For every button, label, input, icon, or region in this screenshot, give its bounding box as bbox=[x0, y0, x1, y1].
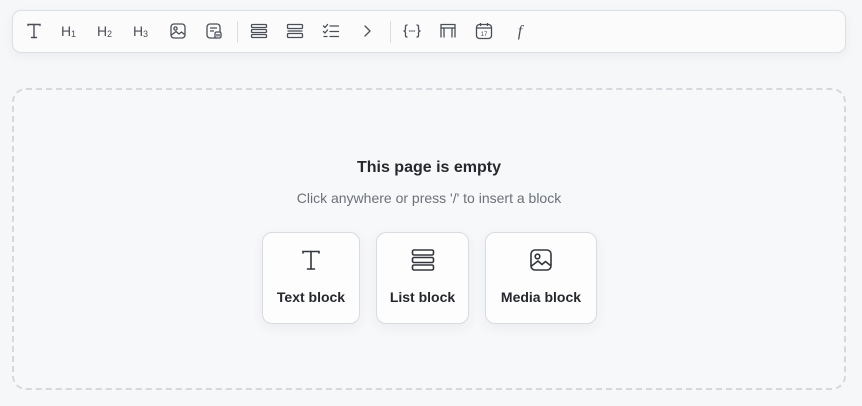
media-block-label: Media block bbox=[500, 289, 582, 305]
empty-page-area[interactable]: This page is empty Click anywhere or pre… bbox=[12, 88, 846, 390]
calendar-day: 17 bbox=[481, 32, 488, 38]
heading-1-number: 1 bbox=[71, 29, 76, 39]
text-block-card[interactable]: Text block bbox=[262, 232, 360, 324]
table-button[interactable] bbox=[433, 16, 463, 46]
text-block-label: Text block bbox=[276, 289, 346, 305]
code-braces-icon bbox=[403, 24, 421, 38]
embed-icon bbox=[206, 23, 222, 39]
calendar-icon: 17 bbox=[475, 23, 493, 40]
heading-3-icon: H 3 bbox=[133, 23, 148, 39]
heading-1-letter: H bbox=[61, 23, 71, 39]
text-button[interactable] bbox=[19, 16, 49, 46]
stack-list-button[interactable] bbox=[280, 16, 310, 46]
list-icon bbox=[410, 247, 436, 273]
image-icon bbox=[528, 247, 554, 273]
embed-button[interactable] bbox=[199, 16, 229, 46]
heading-2-button[interactable]: H 2 bbox=[91, 16, 121, 46]
heading-3-button[interactable]: H 3 bbox=[127, 16, 157, 46]
function-icon: f bbox=[518, 23, 525, 40]
text-icon bbox=[27, 23, 41, 39]
toolbar-divider bbox=[390, 21, 391, 43]
heading-3-letter: H bbox=[133, 23, 143, 39]
empty-state-title: This page is empty bbox=[356, 159, 502, 176]
code-button[interactable] bbox=[397, 16, 427, 46]
stack-list-icon bbox=[286, 23, 304, 39]
heading-3-number: 3 bbox=[143, 29, 148, 39]
checklist-icon bbox=[322, 23, 340, 38]
date-button[interactable]: 17 bbox=[469, 16, 499, 46]
block-toolbar: H 1 H 2 H 3 17 f bbox=[12, 10, 846, 53]
image-button[interactable] bbox=[163, 16, 193, 46]
toolbar-divider bbox=[237, 21, 238, 43]
heading-2-icon: H 2 bbox=[97, 23, 112, 39]
list-block-label: List block bbox=[389, 289, 456, 305]
heading-2-letter: H bbox=[97, 23, 107, 39]
media-block-card[interactable]: Media block bbox=[485, 232, 597, 324]
formula-button[interactable]: f bbox=[505, 16, 535, 46]
list-block-card[interactable]: List block bbox=[376, 232, 469, 324]
heading-2-number: 2 bbox=[107, 29, 112, 39]
checklist-button[interactable] bbox=[316, 16, 346, 46]
text-icon bbox=[298, 247, 324, 273]
list-icon bbox=[250, 23, 268, 39]
heading-1-icon: H 1 bbox=[61, 23, 76, 39]
empty-state-hint: Click anywhere or press '/' to insert a … bbox=[296, 190, 562, 206]
image-icon bbox=[170, 23, 186, 39]
toggle-block-button[interactable] bbox=[352, 16, 382, 46]
function-letter: f bbox=[518, 23, 525, 40]
list-button[interactable] bbox=[244, 16, 274, 46]
chevron-right-icon bbox=[364, 25, 371, 37]
heading-1-button[interactable]: H 1 bbox=[55, 16, 85, 46]
table-icon bbox=[440, 23, 456, 38]
